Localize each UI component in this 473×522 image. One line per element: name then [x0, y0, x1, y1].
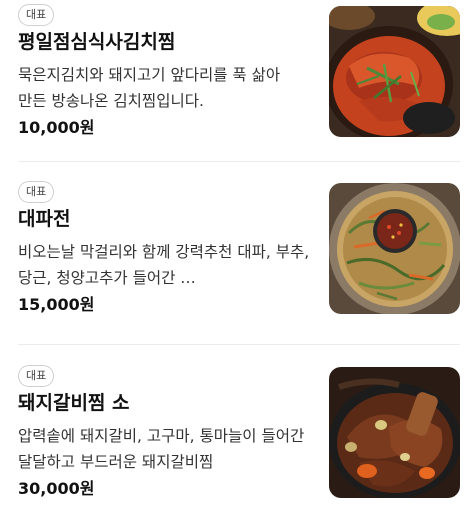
kimchi-jjim-photo[interactable]	[329, 6, 460, 137]
braised-pork-ribs-photo[interactable]	[329, 367, 460, 498]
divider	[18, 161, 460, 162]
galbi-jjim-image	[329, 367, 460, 498]
menu-name[interactable]: 평일점심식사김치찜	[18, 30, 175, 54]
menu-price: 30,000원	[18, 479, 95, 498]
signature-badge: 대표	[18, 365, 55, 387]
menu-name[interactable]: 대파전	[18, 207, 70, 231]
menu-price: 10,000원	[18, 118, 95, 137]
pancake-image	[329, 183, 460, 314]
kimchi-jjim-image	[329, 6, 460, 137]
menu-list: 대표 평일점심식사김치찜 묵은지김치와 돼지고기 앞다리를 푹 삶아 만든 방송…	[0, 0, 473, 522]
menu-description: 압력솥에 돼지갈비, 고구마, 통마늘이 들어간 달달하고 부드러운 돼지갈비찜	[18, 427, 305, 471]
menu-description: 비오는날 막걸리와 함께 강력추천 대파, 부추, 당근, 청양고추가 들어간 …	[18, 243, 310, 287]
signature-badge: 대표	[18, 181, 55, 203]
menu-description: 묵은지김치와 돼지고기 앞다리를 푹 삶아 만든 방송나온 김치찜입니다.	[18, 66, 281, 110]
green-onion-pancake-photo[interactable]	[329, 183, 460, 314]
menu-name[interactable]: 돼지갈비찜 소	[18, 391, 130, 415]
divider	[18, 344, 460, 345]
signature-badge: 대표	[18, 4, 55, 26]
menu-price: 15,000원	[18, 295, 95, 314]
